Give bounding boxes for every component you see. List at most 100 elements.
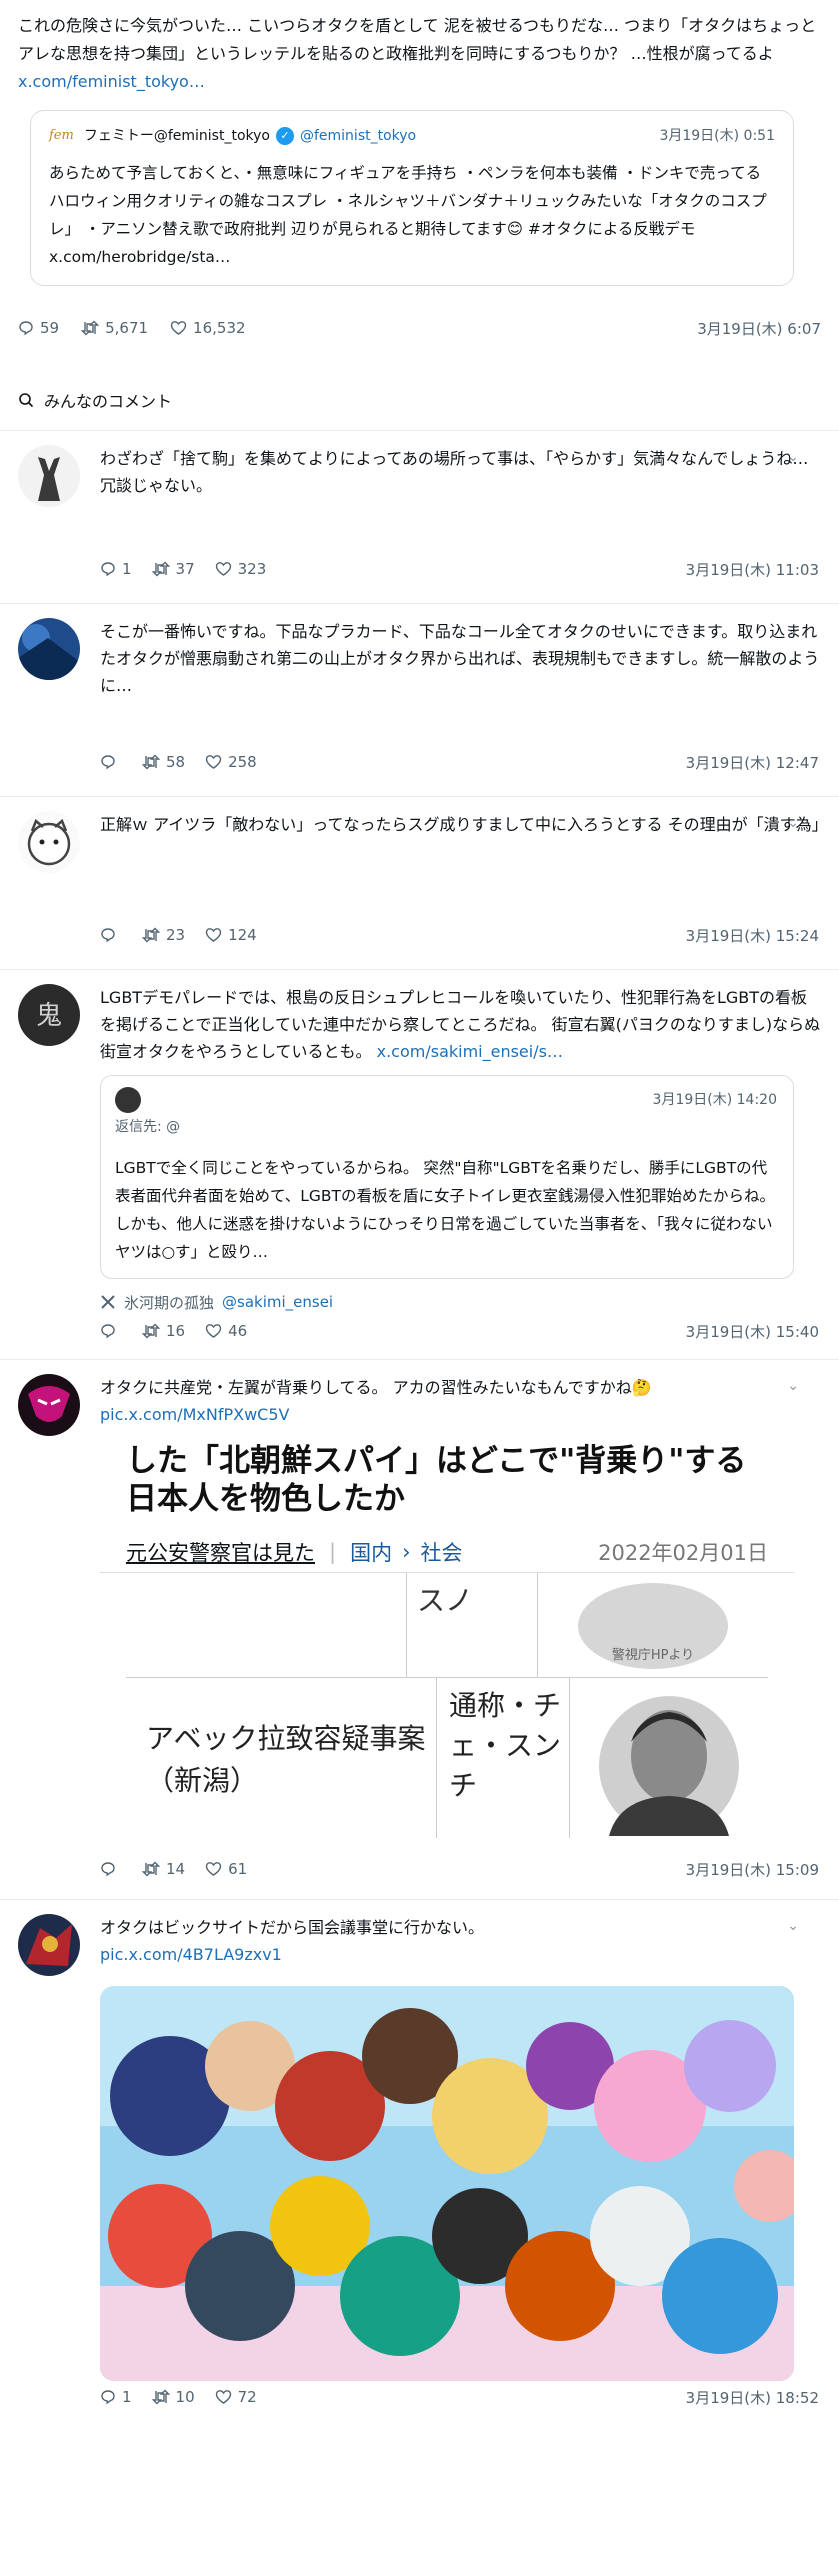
top-post-time: 3月19日(木) 6:07: [697, 319, 821, 338]
retweet-icon: [142, 754, 160, 770]
reply-icon: [101, 755, 115, 770]
comment-text: LGBTデモパレードでは、根島の反日シュプレヒコールを喚いていたり、性犯罪行為を…: [100, 988, 821, 1061]
quoted-post-body: LGBTで全く同じことをやっているからね。 突然"自称"LGBTを名乗りだし、勝…: [115, 1159, 775, 1261]
avatar[interactable]: 鬼: [18, 984, 80, 1046]
retweet-button[interactable]: 5,671: [81, 319, 148, 337]
comment-text: オタクはビックサイトだから国会議事堂に行かない。 pic.x.com/4B7LA…: [100, 1918, 485, 1964]
attached-image[interactable]: [100, 1986, 794, 2381]
retweet-button[interactable]: 10: [151, 2388, 195, 2406]
like-icon: [205, 1862, 222, 1876]
avatar[interactable]: [18, 1914, 80, 1976]
x-logo-icon: [101, 1295, 115, 1309]
reply-button[interactable]: 59: [18, 319, 59, 337]
reply-button[interactable]: 1: [100, 560, 132, 578]
like-button[interactable]: 16,532: [170, 319, 246, 337]
avatar[interactable]: [18, 445, 80, 507]
reply-button[interactable]: 1: [100, 2388, 132, 2406]
image-date: 2022年02月01日: [598, 1541, 768, 1565]
quoted-post-time: 3月19日(木) 14:20: [652, 1092, 777, 1108]
retweet-icon: [151, 561, 170, 577]
image-headline: した「北朝鮮スパイ」はどこで"背乗り"する日本人を物色したか: [126, 1443, 747, 1517]
more-icon[interactable]: ⌄: [787, 1918, 799, 1934]
retweet-icon: [142, 1323, 160, 1339]
svg-text:鬼: 鬼: [36, 1001, 62, 1031]
comment-item: 正解ｗ アイツラ「敵わない」ってなったらスグ成りすまして中に入ろうとする その理…: [0, 797, 839, 919]
comment-stats: 23 124 3月19日(木) 15:24: [0, 919, 839, 951]
retweet-icon: [151, 2389, 170, 2405]
like-button[interactable]: 323: [215, 560, 266, 578]
like-button[interactable]: 124: [205, 926, 257, 944]
like-button[interactable]: 72: [215, 2388, 257, 2406]
quoted-post-time: 3月19日(木) 0:51: [659, 128, 775, 144]
like-button[interactable]: 61: [205, 1860, 247, 1878]
more-icon[interactable]: ⌄: [787, 622, 799, 638]
comment-time: 3月19日(木) 18:52: [685, 2388, 819, 2407]
avatar[interactable]: [18, 1374, 80, 1436]
comment-stats: 16 46 3月19日(木) 15:40: [0, 1315, 839, 1347]
comment-text: オタクに共産党・左翼が背乗りしてる。 アカの習性みたいなもんですかね🤔 pic.…: [100, 1378, 652, 1424]
reply-icon: [19, 321, 33, 336]
like-icon: [205, 755, 222, 769]
avatar[interactable]: [18, 618, 80, 680]
quoted-post[interactable]: fem フェミトー@feminist_tokyo ✓ @feminist_tok…: [30, 110, 794, 286]
comment-time: 3月19日(木) 15:09: [685, 1860, 819, 1879]
more-icon[interactable]: ⌄: [787, 815, 799, 831]
search-icon: [19, 393, 34, 408]
comment-item: わざわざ「捨て駒」を集めてよりによってあの場所って事は、「やらかす」気満々なんで…: [0, 431, 839, 553]
reply-icon: [101, 1862, 115, 1877]
like-button[interactable]: 46: [205, 1322, 247, 1340]
more-icon[interactable]: ⌄: [787, 988, 799, 1004]
comment-link[interactable]: pic.x.com/MxNfPXwC5V: [100, 1405, 289, 1424]
comment-stats: 58 258 3月19日(木) 12:47: [0, 746, 839, 778]
retweet-button[interactable]: 23: [142, 926, 185, 944]
comment-stats: 14 61 3月19日(木) 15:09: [0, 1853, 839, 1885]
comment-link[interactable]: pic.x.com/4B7LA9zxv1: [100, 1945, 282, 1964]
x-source-name: 氷河期の孤独: [124, 1293, 215, 1312]
comment-link[interactable]: x.com/sakimi_ensei/s…: [377, 1042, 563, 1061]
comment-text: 正解ｗ アイツラ「敵わない」ってなったらスグ成りすまして中に入ろうとする その理…: [100, 815, 828, 834]
retweet-button[interactable]: 14: [142, 1860, 185, 1878]
x-source-handle[interactable]: @sakimi_ensei: [222, 1293, 333, 1311]
portrait-photo: [599, 1696, 739, 1836]
retweet-button[interactable]: 58: [142, 753, 185, 771]
comment-time: 3月19日(木) 15:24: [685, 926, 819, 945]
retweet-button[interactable]: 37: [151, 560, 195, 578]
reply-button[interactable]: [100, 754, 122, 770]
reply-to: 返信先: @: [115, 1119, 181, 1135]
reply-button[interactable]: [100, 1323, 122, 1339]
reply-icon: [101, 2390, 115, 2405]
image-cell: スノ: [407, 1573, 538, 1677]
image-crumb: 国内: [350, 1541, 393, 1565]
reply-icon: [101, 1324, 115, 1339]
avatar: [115, 1087, 141, 1113]
reply-button[interactable]: [100, 1861, 122, 1877]
x-source-line[interactable]: 氷河期の孤独 @sakimi_ensei: [0, 1279, 839, 1315]
like-icon: [205, 928, 222, 942]
image-source: 元公安警察官は見た: [126, 1541, 315, 1565]
quoted-author-name[interactable]: フェミトー@feminist_tokyo: [84, 122, 270, 150]
comment-stats: 1 10 72 3月19日(木) 18:52: [0, 2381, 839, 2413]
comment-stats: 1 37 323 3月19日(木) 11:03: [0, 553, 839, 585]
like-button[interactable]: 258: [205, 753, 257, 771]
comment-time: 3月19日(木) 11:03: [685, 560, 819, 579]
comments-section-title: みんなのコメント: [0, 384, 839, 416]
like-icon: [170, 321, 187, 335]
more-icon[interactable]: ⌄: [787, 449, 799, 465]
quoted-post[interactable]: 3月19日(木) 14:20 返信先: @ LGBTで全く同じことをやっているか…: [100, 1075, 794, 1279]
comment-text: わざわざ「捨て駒」を集めてよりによってあの場所って事は、「やらかす」気満々なんで…: [100, 449, 809, 495]
reply-button[interactable]: [100, 927, 122, 943]
like-icon: [205, 1324, 222, 1338]
comment-item: オタクに共産党・左翼が背乗りしてる。 アカの習性みたいなもんですかね🤔 pic.…: [0, 1360, 839, 1436]
quoted-post-link[interactable]: x.com/herobridge/sta…: [49, 248, 230, 266]
quoted-post-header: 3月19日(木) 14:20: [115, 1086, 777, 1114]
avatar[interactable]: [18, 811, 80, 873]
quoted-author-handle[interactable]: @feminist_tokyo: [300, 122, 416, 150]
more-icon[interactable]: ⌄: [787, 1378, 799, 1394]
retweet-button[interactable]: 16: [142, 1322, 185, 1340]
top-post-text: これの危険さに今気がついた… こいつらオタクを盾として 泥を被せるつもりだな… …: [18, 16, 817, 91]
like-icon: [215, 562, 231, 576]
top-post-link[interactable]: x.com/feminist_tokyo…: [18, 72, 205, 91]
attached-image[interactable]: した「北朝鮮スパイ」はどこで"背乗り"する日本人を物色したか 元公安警察官は見た…: [100, 1438, 794, 1853]
quoted-post-header: fem フェミトー@feminist_tokyo ✓ @feminist_tok…: [49, 123, 775, 149]
quoted-post-body: あらためて予言しておくと、・無意味にフィギュアを手持ち ・ペンラを何本も装備 ・…: [49, 164, 767, 266]
